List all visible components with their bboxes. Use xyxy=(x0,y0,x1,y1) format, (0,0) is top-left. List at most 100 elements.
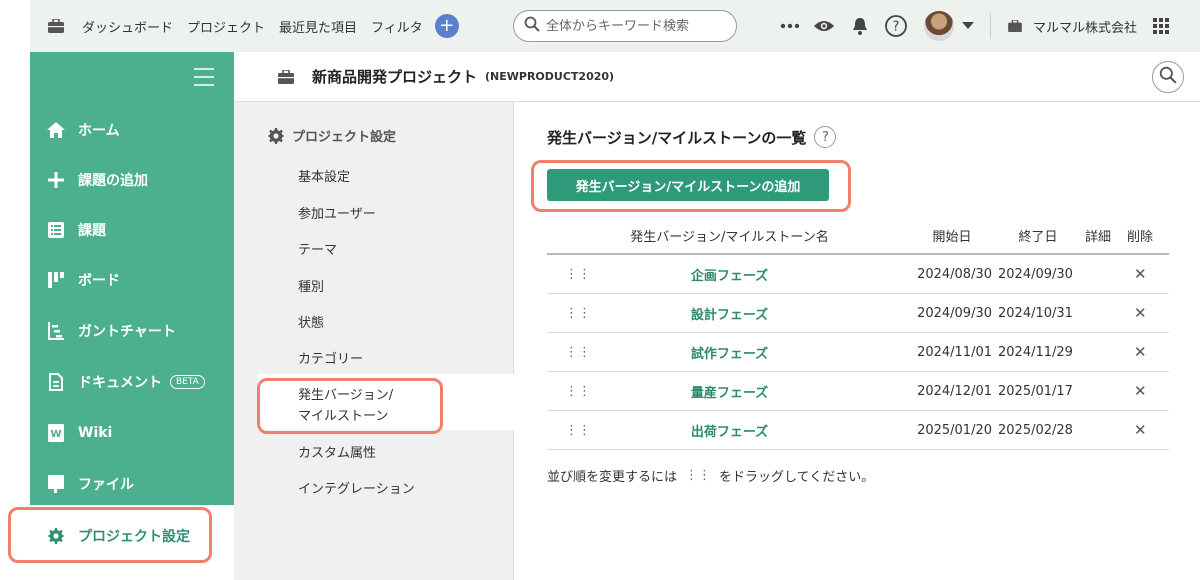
sidebar-item-label: プロジェクト設定 xyxy=(78,529,190,545)
svg-text:W: W xyxy=(50,429,61,440)
board-icon xyxy=(46,270,66,290)
submenu-custom-fields[interactable]: カスタム属性 xyxy=(298,442,376,461)
table-row: ⋮⋮ 企画フェーズ 2024/08/30 2024/09/30 ✕ xyxy=(547,255,1169,294)
submenu-members[interactable]: 参加ユーザー xyxy=(298,203,376,222)
delete-icon[interactable]: ✕ xyxy=(1134,294,1147,332)
end-date: 2024/09/30 xyxy=(998,266,1073,282)
submenu-issue-types[interactable]: 種別 xyxy=(298,276,324,295)
submenu-theme[interactable]: テーマ xyxy=(298,239,337,258)
drag-handle-icon: ⋮⋮ xyxy=(685,468,712,483)
sidebar-item-files[interactable]: ファイル xyxy=(30,464,234,504)
help-icon[interactable]: ? xyxy=(884,14,908,38)
page-title-text: 発生バージョン/マイルストーンの一覧 xyxy=(547,128,807,147)
project-title[interactable]: 新商品開発プロジェクト xyxy=(312,66,477,87)
sidebar-item-label: ファイル xyxy=(78,477,134,493)
delete-icon[interactable]: ✕ xyxy=(1134,255,1147,293)
beta-badge: BETA xyxy=(170,375,205,389)
version-name-link[interactable]: 設計フェーズ xyxy=(547,294,912,332)
version-name-link[interactable]: 企画フェーズ xyxy=(547,255,912,293)
sidebar-item-label: ボード xyxy=(78,273,120,289)
avatar[interactable] xyxy=(924,11,954,41)
submenu-versions-line1[interactable]: 発生バージョン/ xyxy=(298,384,393,403)
table-row: ⋮⋮ 設計フェーズ 2024/09/30 2024/10/31 ✕ xyxy=(547,294,1169,333)
submenu-statuses[interactable]: 状態 xyxy=(298,312,324,331)
briefcase-icon xyxy=(274,65,298,89)
help-icon[interactable]: ? xyxy=(814,126,837,148)
gantt-icon xyxy=(46,321,66,341)
sidebar-item-project-settings-active: プロジェクト設定 xyxy=(0,505,234,580)
org-name[interactable]: マルマル株式会社 xyxy=(1033,17,1137,36)
end-date: 2024/10/31 xyxy=(998,305,1073,321)
project-key: (NEWPRODUCT2020) xyxy=(485,70,615,83)
search-input[interactable] xyxy=(546,18,716,34)
col-start: 開始日 xyxy=(932,230,972,245)
sidebar-item-label: ガントチャート xyxy=(78,324,176,340)
global-search[interactable] xyxy=(513,10,737,42)
end-date: 2025/01/17 xyxy=(998,383,1073,399)
sidebar-item-documents[interactable]: ドキュメント BETA xyxy=(30,362,234,402)
home-icon xyxy=(46,120,66,140)
table-row: ⋮⋮ 出荷フェーズ 2025/01/20 2025/02/28 ✕ xyxy=(547,411,1169,450)
divider xyxy=(990,13,991,39)
table-header: 発生バージョン/マイルストーン名 開始日 終了日 詳細 削除 xyxy=(547,218,1169,255)
sidebar-item-home[interactable]: ホーム xyxy=(30,110,234,150)
delete-icon[interactable]: ✕ xyxy=(1134,333,1147,371)
nav-projects[interactable]: プロジェクト xyxy=(187,17,265,36)
settings-submenu: プロジェクト設定 基本設定 参加ユーザー テーマ 種別 状態 カテゴリー 発生バ… xyxy=(234,102,514,580)
sidebar-item-gantt[interactable]: ガントチャート xyxy=(30,311,234,351)
sidebar-item-label: 課題 xyxy=(78,223,106,239)
delete-icon[interactable]: ✕ xyxy=(1134,372,1147,410)
document-icon xyxy=(46,372,66,392)
plus-icon xyxy=(46,170,66,190)
eye-icon[interactable] xyxy=(812,14,836,38)
version-name-link[interactable]: 量産フェーズ xyxy=(547,372,912,410)
col-detail: 詳細 xyxy=(1085,230,1112,245)
search-icon xyxy=(1159,66,1177,88)
apps-grid-icon[interactable] xyxy=(1149,14,1173,38)
submenu-basic-settings[interactable]: 基本設定 xyxy=(298,166,350,185)
table-row: ⋮⋮ 試作フェーズ 2024/11/01 2024/11/29 ✕ xyxy=(547,333,1169,372)
list-icon xyxy=(46,220,66,240)
chevron-down-icon[interactable] xyxy=(956,14,980,38)
sidebar-item-add-issue[interactable]: 課題の追加 xyxy=(30,160,234,200)
menu-icon[interactable] xyxy=(194,68,214,92)
submenu-heading: プロジェクト設定 xyxy=(268,126,396,145)
col-name: 発生バージョン/マイルストーン名 xyxy=(630,230,829,245)
sidebar-item-board[interactable]: ボード xyxy=(30,260,234,300)
table-row: ⋮⋮ 量産フェーズ 2024/12/01 2025/01/17 ✕ xyxy=(547,372,1169,411)
nav-dashboard[interactable]: ダッシュボード xyxy=(82,17,173,36)
end-date: 2024/11/29 xyxy=(998,344,1073,360)
start-date: 2024/12/01 xyxy=(917,383,992,399)
sidebar-item-label: 課題の追加 xyxy=(78,173,148,189)
submenu-versions-line2[interactable]: マイルストーン xyxy=(298,405,388,424)
briefcase-icon xyxy=(1003,14,1027,38)
hint-text-before: 並び順を変更するには xyxy=(547,470,678,485)
version-name-link[interactable]: 出荷フェーズ xyxy=(547,411,912,449)
start-date: 2024/08/30 xyxy=(917,266,992,282)
nav-recent[interactable]: 最近見た項目 xyxy=(279,17,357,36)
sidebar-item-project-settings[interactable]: プロジェクト設定 xyxy=(30,516,234,556)
bell-icon[interactable] xyxy=(848,14,872,38)
col-delete: 削除 xyxy=(1127,230,1154,245)
hint-text-after: をドラッグしてください。 xyxy=(719,470,875,485)
sidebar-item-label: Wiki xyxy=(78,425,113,441)
sidebar: ホーム 課題の追加 課題 ボード ガントチャート ドキュメント BETA W W… xyxy=(30,52,234,580)
add-version-button[interactable]: 発生バージョン/マイルストーンの追加 xyxy=(547,169,829,201)
submenu-categories[interactable]: カテゴリー xyxy=(298,348,363,367)
gear-icon xyxy=(46,526,66,546)
end-date: 2025/02/28 xyxy=(998,422,1073,438)
delete-icon[interactable]: ✕ xyxy=(1134,411,1147,449)
file-icon xyxy=(46,474,66,494)
sidebar-item-wiki[interactable]: W Wiki xyxy=(30,413,234,453)
page-title: 発生バージョン/マイルストーンの一覧 ? xyxy=(547,126,837,148)
project-search-button[interactable] xyxy=(1152,61,1184,93)
briefcase-icon[interactable] xyxy=(44,14,68,38)
submenu-integrations[interactable]: インテグレーション xyxy=(298,478,415,497)
start-date: 2024/09/30 xyxy=(917,305,992,321)
sidebar-item-label: ドキュメント xyxy=(78,375,162,391)
plus-icon[interactable]: + xyxy=(434,14,459,38)
nav-filter[interactable]: フィルタ xyxy=(371,17,423,36)
more-icon[interactable] xyxy=(778,14,802,38)
sidebar-item-issues[interactable]: 課題 xyxy=(30,210,234,250)
version-name-link[interactable]: 試作フェーズ xyxy=(547,333,912,371)
